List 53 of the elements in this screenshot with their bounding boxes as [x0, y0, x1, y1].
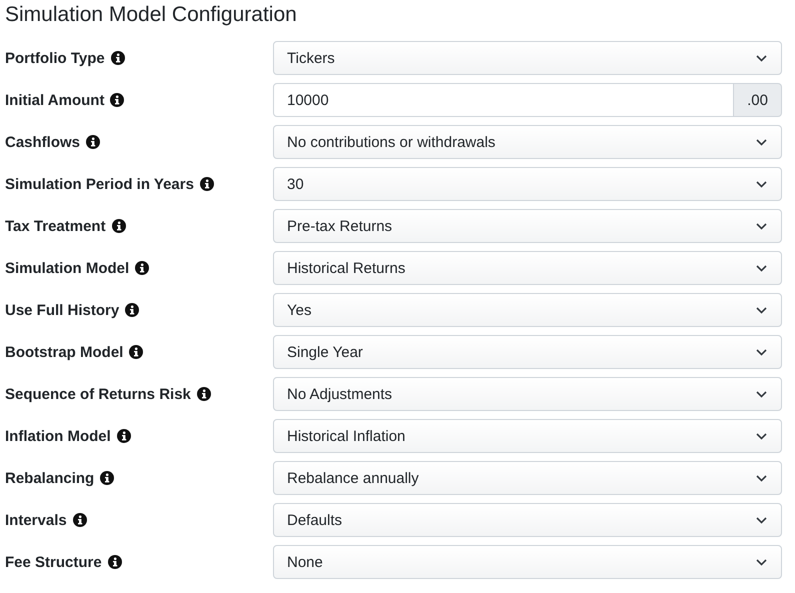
- field-label: Initial Amount: [5, 92, 104, 108]
- info-icon[interactable]: [200, 177, 214, 191]
- select-dropdown[interactable]: Single Year: [273, 335, 782, 369]
- chevron-down-icon: [756, 54, 767, 62]
- select-dropdown[interactable]: Yes: [273, 293, 782, 327]
- info-icon[interactable]: [108, 555, 122, 569]
- field-label: Portfolio Type: [5, 50, 105, 66]
- chevron-down-icon: [756, 222, 767, 230]
- field-label: Simulation Period in Years: [5, 176, 194, 192]
- field-label: Inflation Model: [5, 428, 111, 444]
- field-label: Intervals: [5, 512, 67, 528]
- decimal-addon: .00: [734, 83, 782, 117]
- select-dropdown[interactable]: Pre-tax Returns: [273, 209, 782, 243]
- select-dropdown[interactable]: None: [273, 545, 782, 579]
- chevron-down-icon: [756, 558, 767, 566]
- field-label: Fee Structure: [5, 554, 102, 570]
- select-dropdown[interactable]: Defaults: [273, 503, 782, 537]
- chevron-down-icon: [756, 390, 767, 398]
- info-icon[interactable]: [100, 471, 114, 485]
- select-dropdown[interactable]: No contributions or withdrawals: [273, 125, 782, 159]
- info-icon[interactable]: [125, 303, 140, 317]
- info-icon[interactable]: [110, 93, 124, 107]
- info-icon[interactable]: [135, 261, 150, 275]
- field-label: Sequence of Returns Risk: [5, 386, 191, 402]
- field-label: Use Full History: [5, 302, 120, 318]
- info-icon[interactable]: [129, 345, 144, 359]
- info-icon[interactable]: [196, 387, 211, 401]
- field-label: Cashflows: [5, 134, 80, 150]
- chevron-down-icon: [756, 516, 767, 524]
- chevron-down-icon: [756, 474, 767, 482]
- chevron-down-icon: [756, 264, 767, 272]
- page-title: Simulation Model Configuration: [5, 3, 298, 27]
- info-icon[interactable]: [86, 135, 100, 149]
- info-icon[interactable]: [112, 219, 126, 233]
- chevron-down-icon: [756, 306, 767, 314]
- select-dropdown[interactable]: No Adjustments: [273, 377, 782, 411]
- field-label: Rebalancing: [5, 470, 94, 486]
- select-dropdown[interactable]: Rebalance annually: [273, 461, 782, 495]
- chevron-down-icon: [756, 432, 767, 440]
- select-dropdown[interactable]: 30: [273, 167, 782, 201]
- info-icon[interactable]: [72, 513, 87, 527]
- select-dropdown[interactable]: Historical Inflation: [273, 419, 782, 453]
- info-icon[interactable]: [110, 51, 125, 65]
- chevron-down-icon: [756, 180, 767, 188]
- chevron-down-icon: [756, 138, 767, 146]
- select-dropdown[interactable]: Tickers: [273, 41, 782, 75]
- field-label: Bootstrap Model: [5, 344, 124, 360]
- field-label: Tax Treatment: [5, 218, 106, 234]
- field-label: Simulation Model: [5, 260, 130, 276]
- chevron-down-icon: [756, 348, 767, 356]
- select-dropdown[interactable]: Historical Returns: [273, 251, 782, 285]
- amount-field[interactable]: 10000: [273, 83, 734, 117]
- info-icon[interactable]: [116, 429, 131, 443]
